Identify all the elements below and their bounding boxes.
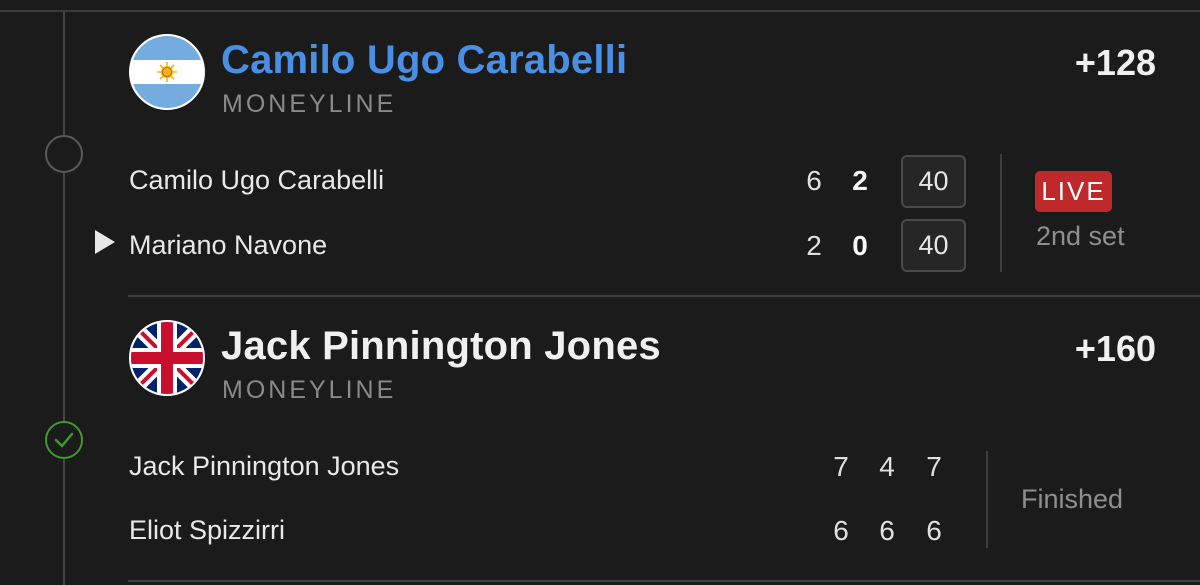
market-label: MONEYLINE [222,90,397,118]
set-score: 6 [879,515,895,546]
status-divider [1000,154,1002,272]
argentina-flag-icon [129,34,205,110]
united-kingdom-flag-icon [129,320,205,396]
odds-value: +128 [1074,42,1156,83]
status-divider [986,451,988,548]
game-points-box: 40 [901,155,966,208]
match-status: 2nd set [1036,221,1125,251]
market-label: MONEYLINE [222,376,397,404]
set-score: 4 [879,451,895,482]
set-score: 6 [833,515,849,546]
set-score: 2 [806,230,822,261]
game-points: 40 [918,166,949,196]
game-points-box: 40 [901,219,966,272]
player-name: Mariano Navone [129,230,328,260]
set-score: 7 [833,451,849,482]
player-name: Jack Pinnington Jones [129,451,400,481]
live-badge: LIVE [1035,171,1112,212]
timeline-line [63,170,65,585]
leg-divider [128,295,1200,297]
match-status: Finished [1021,484,1124,514]
pending-leg-circle-icon [45,135,83,173]
pick-name[interactable]: Camilo Ugo Carabelli [221,38,627,83]
player-name: Eliot Spizzirri [129,515,286,545]
game-points: 40 [918,230,949,260]
pick-name[interactable]: Jack Pinnington Jones [221,324,661,369]
player-name: Camilo Ugo Carabelli [129,165,385,195]
set-score: 7 [926,451,942,482]
leg-divider [128,580,1200,582]
top-divider [0,10,1200,12]
timeline-line [63,12,65,136]
set-score: 6 [806,165,822,196]
set-score: 2 [852,165,868,196]
won-leg-check-icon [45,421,83,459]
set-score: 6 [926,515,942,546]
odds-value: +160 [1074,328,1156,369]
serving-indicator-icon [95,230,115,254]
set-score: 0 [852,230,868,261]
